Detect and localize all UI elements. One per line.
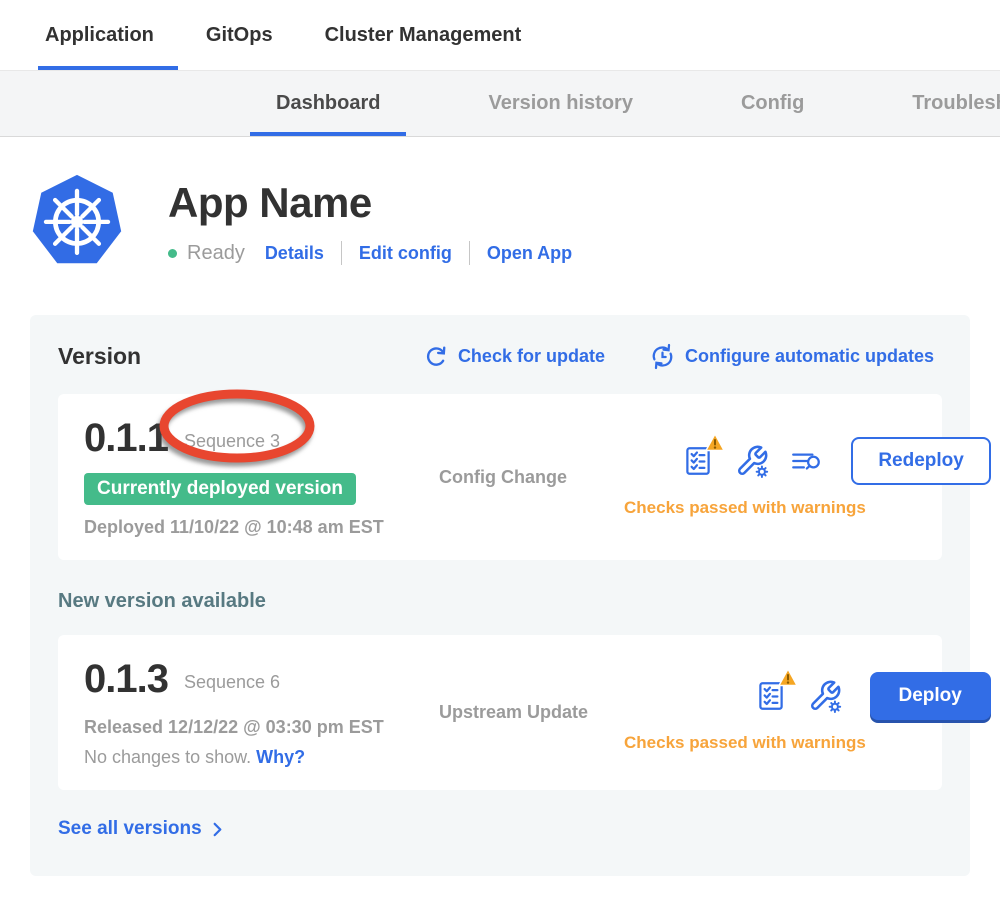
- details-link[interactable]: Details: [265, 243, 324, 264]
- warning-triangle-icon: [705, 433, 725, 452]
- tab-gitops-label: GitOps: [206, 24, 273, 47]
- current-version-source: Config Change: [439, 467, 624, 488]
- current-version-number: 0.1.1: [84, 416, 168, 461]
- released-timestamp: Released 12/12/22 @ 03:30 pm EST: [84, 717, 439, 738]
- app-dashboard-page: Application GitOps Cluster Management Da…: [0, 0, 1000, 898]
- status-text: Ready: [187, 242, 245, 265]
- check-for-update-label: Check for update: [458, 346, 605, 367]
- check-for-update-button[interactable]: Check for update: [423, 344, 605, 370]
- config-wrench-icon[interactable]: [735, 444, 769, 478]
- tab-application-label: Application: [45, 24, 154, 47]
- current-version-row: 0.1.1 Sequence 3 Currently deployed vers…: [58, 394, 942, 560]
- tab-version-history-label: Version history: [488, 92, 633, 115]
- config-wrench-icon[interactable]: [808, 679, 842, 713]
- redeploy-button[interactable]: Redeploy: [851, 437, 991, 485]
- see-all-versions-link[interactable]: See all versions: [58, 818, 225, 840]
- new-version-heading: New version available: [58, 590, 942, 613]
- tab-config[interactable]: Config: [715, 71, 830, 136]
- tab-application[interactable]: Application: [45, 0, 154, 70]
- why-link[interactable]: Why?: [256, 747, 305, 767]
- tab-cluster-management[interactable]: Cluster Management: [325, 0, 522, 70]
- tab-version-history[interactable]: Version history: [462, 71, 659, 136]
- open-app-link[interactable]: Open App: [487, 243, 572, 264]
- view-diff-icon[interactable]: [789, 444, 823, 478]
- link-divider: [469, 241, 470, 265]
- deploy-button[interactable]: Deploy: [870, 672, 991, 720]
- current-checks-status: Checks passed with warnings: [624, 498, 866, 518]
- app-title: App Name: [168, 179, 572, 227]
- new-version-row: 0.1.3 Sequence 6 Released 12/12/22 @ 03:…: [58, 635, 942, 790]
- new-version-source: Upstream Update: [439, 702, 624, 723]
- current-version-sequence: Sequence 3: [184, 431, 280, 452]
- chevron-right-icon: [210, 822, 225, 837]
- tab-config-label: Config: [741, 92, 804, 115]
- kubernetes-logo-icon: [30, 171, 124, 269]
- tab-dashboard[interactable]: Dashboard: [250, 71, 406, 136]
- status-dot-icon: [168, 249, 177, 258]
- warning-triangle-icon: [778, 668, 798, 687]
- schedule-update-icon: [649, 343, 676, 370]
- top-nav: Application GitOps Cluster Management: [0, 0, 1000, 70]
- version-card-title: Version: [58, 343, 141, 370]
- app-status-row: Ready Details Edit config Open App: [168, 241, 572, 265]
- tab-troubleshoot-label: Troubleshoot: [912, 92, 1000, 115]
- preflight-checks-icon[interactable]: [754, 679, 788, 713]
- tab-dashboard-label: Dashboard: [276, 92, 380, 115]
- app-header: App Name Ready Details Edit config Open …: [30, 171, 1000, 269]
- configure-automatic-updates-label: Configure automatic updates: [685, 346, 934, 367]
- tab-cluster-management-label: Cluster Management: [325, 24, 522, 47]
- configure-automatic-updates-button[interactable]: Configure automatic updates: [649, 343, 934, 370]
- version-card: Version Check for update: [30, 315, 970, 876]
- refresh-icon: [423, 344, 449, 370]
- sub-nav: Dashboard Version history Config Trouble…: [0, 70, 1000, 137]
- no-changes-text: No changes to show.: [84, 747, 251, 767]
- preflight-checks-icon[interactable]: [681, 444, 715, 478]
- currently-deployed-badge: Currently deployed version: [84, 473, 356, 505]
- new-version-sequence: Sequence 6: [184, 672, 280, 693]
- new-version-number: 0.1.3: [84, 657, 168, 702]
- tab-gitops[interactable]: GitOps: [206, 0, 273, 70]
- deployed-timestamp: Deployed 11/10/22 @ 10:48 am EST: [84, 517, 439, 538]
- tab-troubleshoot[interactable]: Troubleshoot: [886, 71, 1000, 136]
- see-all-versions-label: See all versions: [58, 818, 202, 840]
- link-divider: [341, 241, 342, 265]
- new-checks-status: Checks passed with warnings: [624, 733, 866, 753]
- edit-config-link[interactable]: Edit config: [359, 243, 452, 264]
